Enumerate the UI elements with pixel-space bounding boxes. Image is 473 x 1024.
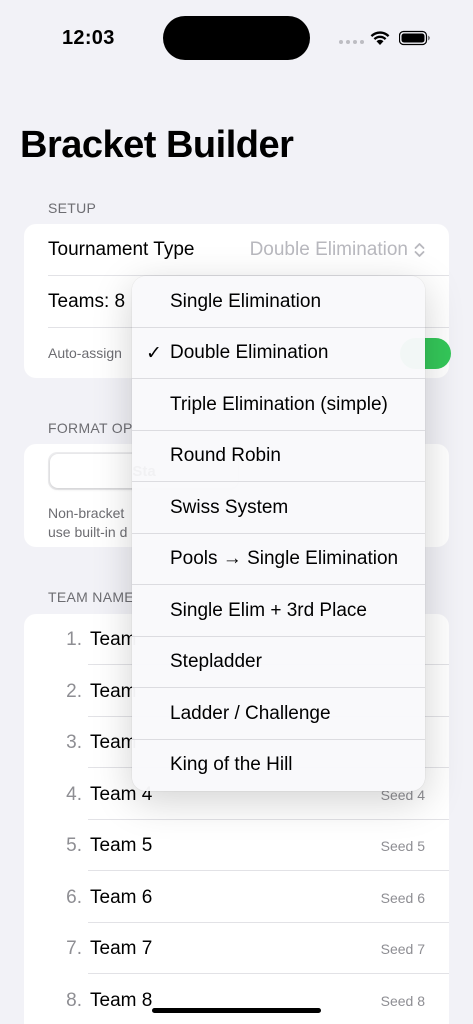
team-number: 7. bbox=[66, 937, 82, 959]
page-title: Bracket Builder bbox=[20, 124, 294, 166]
format-section-header: FORMAT OP bbox=[48, 420, 133, 436]
tournament-type-label: Tournament Type bbox=[48, 239, 195, 260]
team-number: 3. bbox=[66, 731, 82, 753]
menu-item-label: King of the Hill bbox=[170, 754, 293, 776]
team-number: 8. bbox=[66, 989, 82, 1011]
team-seed: Seed 8 bbox=[380, 992, 425, 1009]
battery-icon bbox=[399, 30, 430, 46]
team-name-field[interactable]: Team bbox=[90, 681, 136, 703]
menu-item[interactable]: Swiss System bbox=[132, 482, 425, 534]
menu-item-label: Stepladder bbox=[170, 651, 262, 673]
menu-item-label: Round Robin bbox=[170, 445, 281, 467]
menu-item-label: Pools → Single Elimination bbox=[170, 548, 399, 570]
menu-item[interactable]: Ladder / Challenge bbox=[132, 688, 425, 740]
chevron-up-down-icon bbox=[414, 243, 425, 257]
team-number: 2. bbox=[66, 680, 82, 702]
team-names-section-header: TEAM NAME bbox=[48, 589, 134, 605]
team-number: 5. bbox=[66, 834, 82, 856]
tournament-type-value: Double Elimination bbox=[249, 239, 408, 260]
menu-item[interactable]: Pools → Single Elimination bbox=[132, 534, 425, 585]
team-name-field[interactable]: Team 8 bbox=[90, 990, 152, 1012]
wifi-icon bbox=[370, 31, 390, 45]
team-number: 4. bbox=[66, 783, 82, 805]
menu-item[interactable]: King of the Hill bbox=[132, 740, 425, 792]
status-time: 12:03 bbox=[62, 27, 115, 49]
teams-count-label: Teams: 8 bbox=[48, 290, 126, 312]
team-seed: Seed 7 bbox=[380, 940, 425, 957]
menu-item[interactable]: Round Robin bbox=[132, 431, 425, 482]
team-name-field[interactable]: Team 6 bbox=[90, 887, 152, 909]
menu-item-label: Single Elim + 3rd Place bbox=[170, 599, 367, 621]
team-seed: Seed 5 bbox=[380, 837, 425, 854]
menu-item[interactable]: Single Elim + 3rd Place bbox=[132, 585, 425, 637]
team-row[interactable]: 6. Team 6 Seed 6 bbox=[24, 872, 449, 923]
checkmark-icon: ✓ bbox=[146, 342, 162, 364]
team-number: 1. bbox=[66, 628, 82, 650]
team-row[interactable]: 8. Team 8 Seed 8 bbox=[24, 975, 449, 1024]
tournament-type-menu: Single Elimination ✓ Double Elimination Tri… bbox=[132, 276, 425, 791]
menu-item[interactable]: Stepladder bbox=[132, 637, 425, 688]
menu-item[interactable]: Triple Elimination (simple) bbox=[132, 379, 425, 431]
tournament-type-picker[interactable]: Double Elimination bbox=[250, 239, 425, 261]
team-row[interactable]: 5. Team 5 Seed 5 bbox=[24, 820, 449, 871]
tournament-type-row[interactable]: Tournament Type Double Elimination bbox=[48, 224, 449, 276]
dynamic-island bbox=[163, 16, 310, 60]
team-name-field[interactable]: Team bbox=[90, 732, 136, 754]
divider bbox=[88, 973, 449, 974]
menu-item-label: Swiss System bbox=[170, 496, 289, 518]
menu-item[interactable]: Single Elimination bbox=[132, 276, 425, 328]
menu-item-label: Single Elimination bbox=[170, 290, 322, 312]
team-name-field[interactable]: Team 7 bbox=[90, 938, 152, 960]
divider bbox=[88, 870, 449, 871]
team-name-field[interactable]: Team bbox=[90, 629, 136, 651]
team-number: 6. bbox=[66, 886, 82, 908]
team-name-field[interactable]: Team 5 bbox=[90, 835, 152, 857]
setup-section-header: SETUP bbox=[48, 200, 97, 216]
auto-assign-label: Auto-assign bbox=[48, 345, 122, 361]
team-seed: Seed 6 bbox=[380, 889, 425, 906]
menu-item-label: Double Elimination bbox=[170, 342, 329, 364]
menu-item[interactable]: ✓ Double Elimination bbox=[132, 328, 425, 379]
team-row[interactable]: 7. Team 7 Seed 7 bbox=[24, 923, 449, 974]
home-indicator[interactable] bbox=[152, 1008, 321, 1013]
menu-item-label: Ladder / Challenge bbox=[170, 702, 331, 724]
status-bar: 12:03 bbox=[0, 0, 473, 76]
signal-icon bbox=[339, 40, 364, 44]
menu-item-label: Triple Elimination (simple) bbox=[170, 393, 388, 415]
